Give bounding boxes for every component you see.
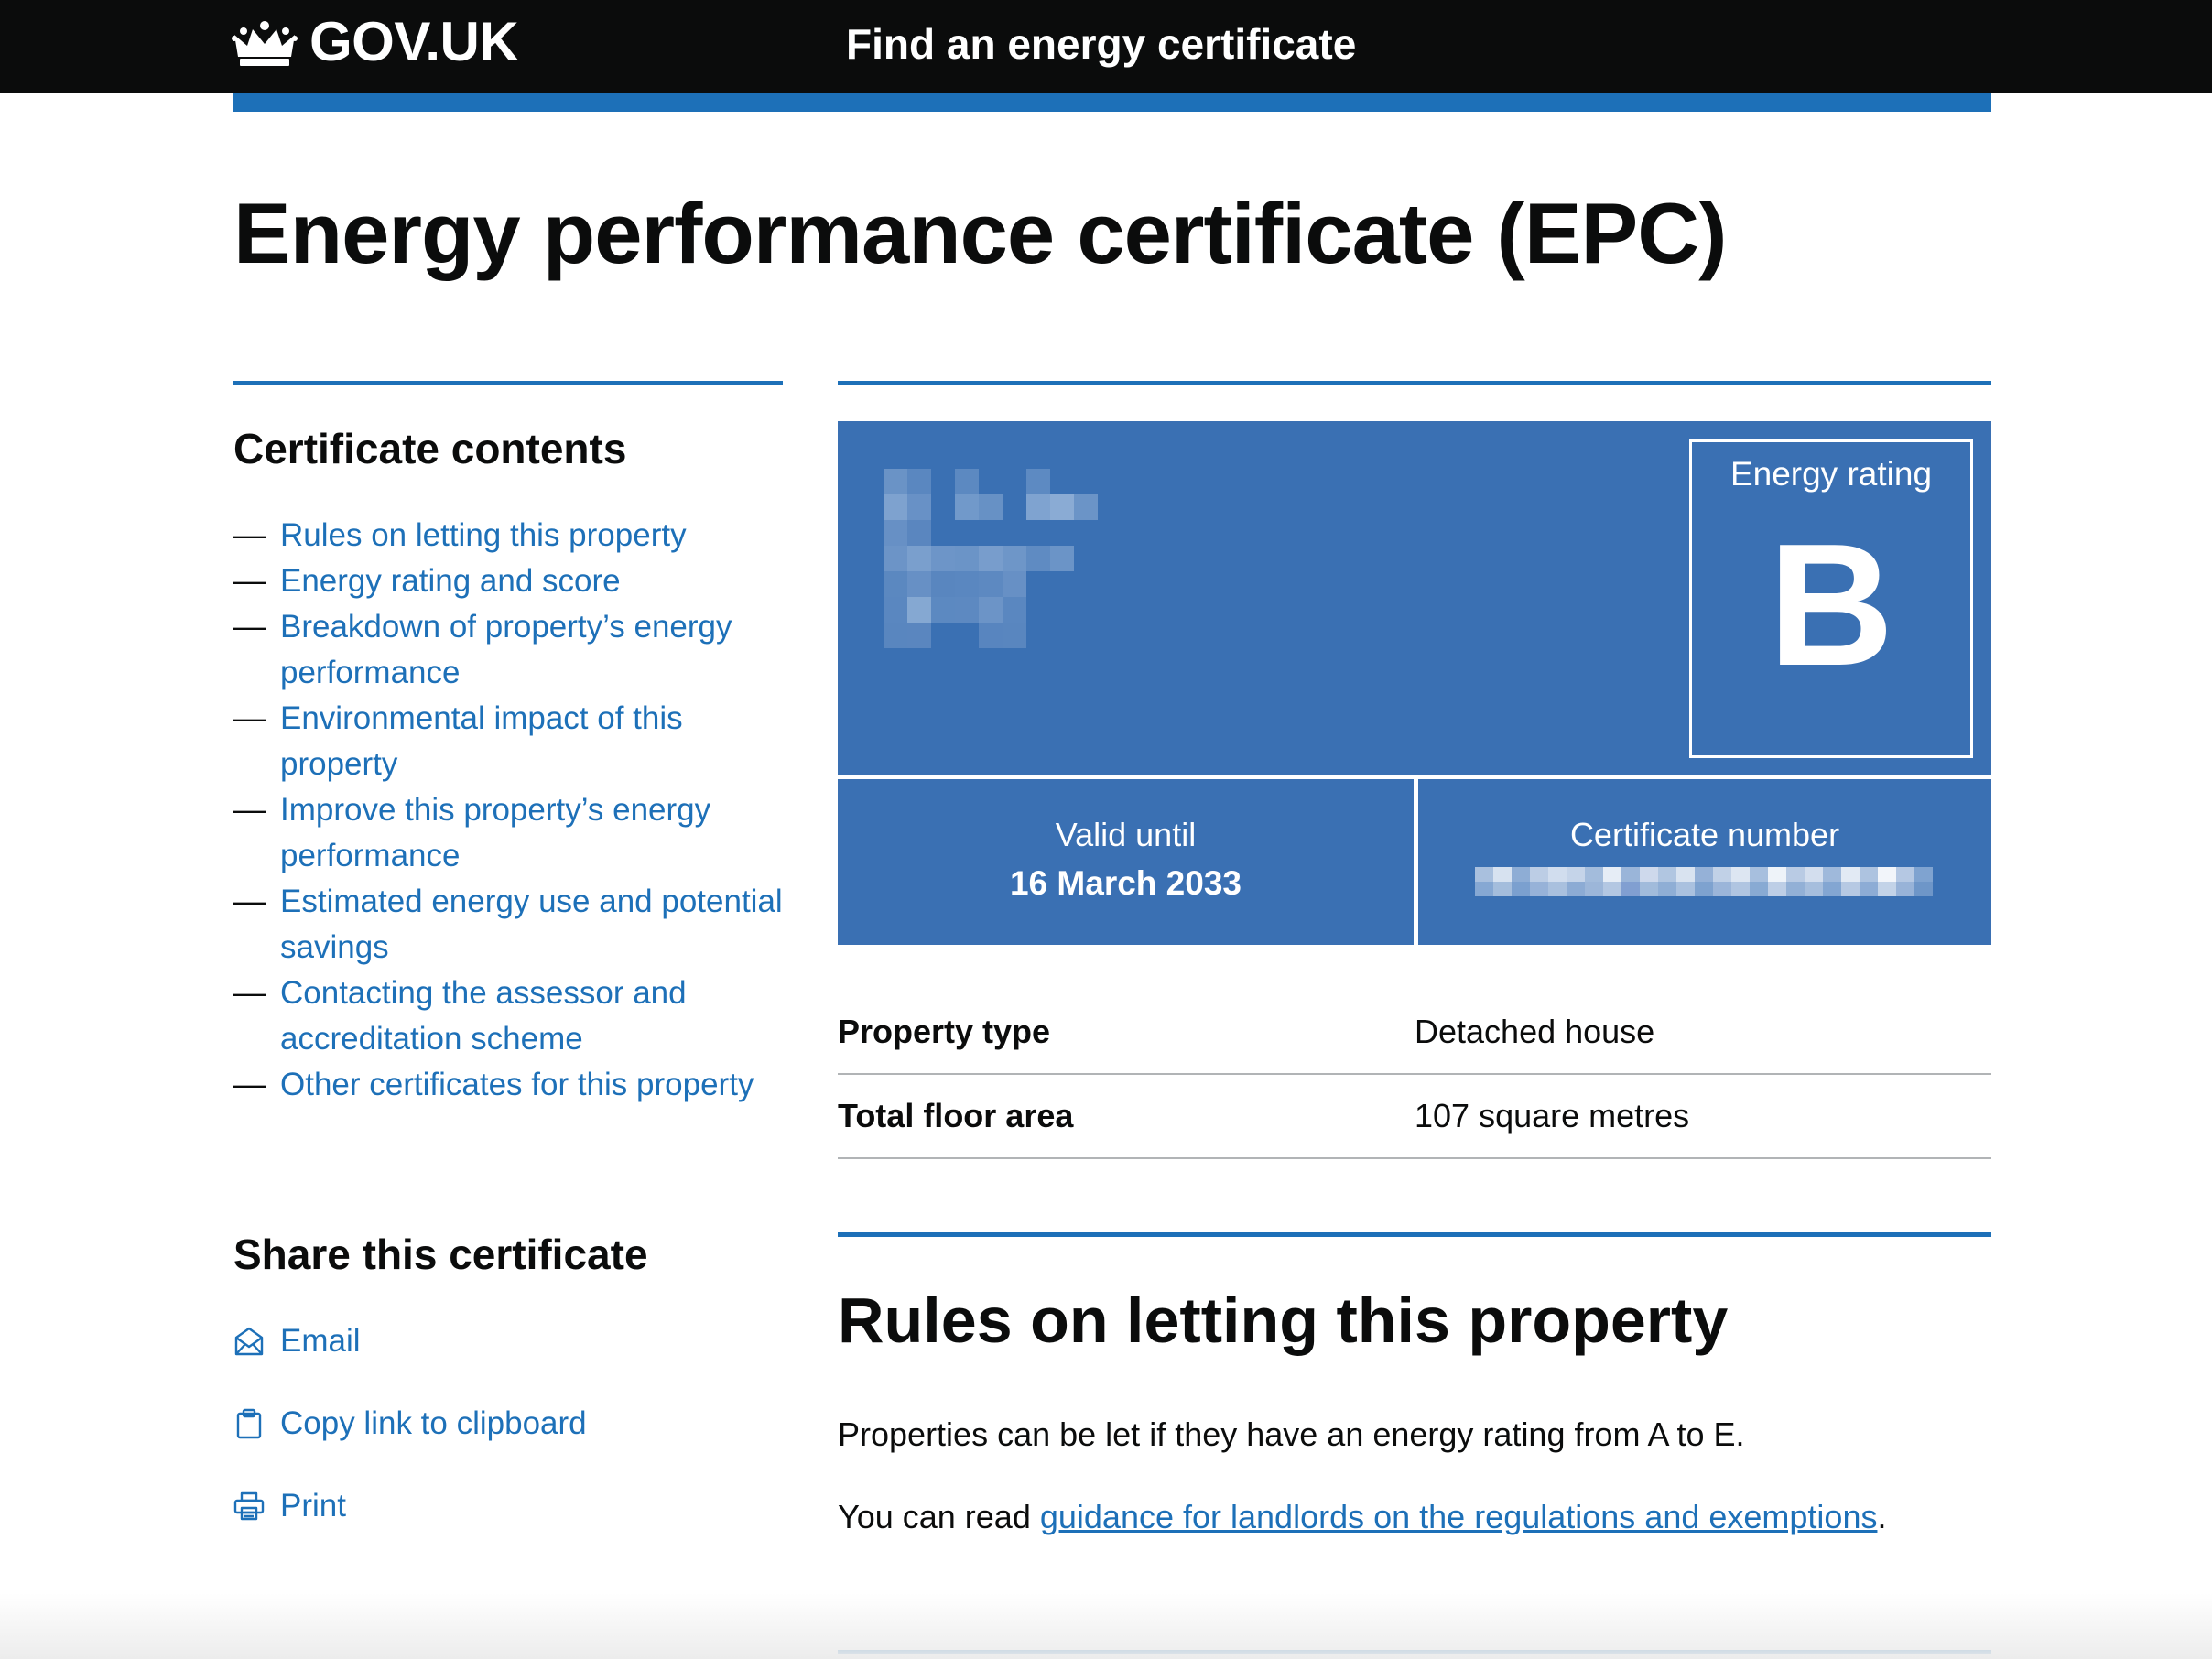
share-certificate-heading: Share this certificate [233,1231,648,1278]
dash: — [233,700,266,736]
list-item: — Rules on letting this property [233,513,783,558]
email-icon [234,1327,264,1356]
header-blue-bar [233,93,1991,112]
toc-link-breakdown[interactable]: Breakdown of property’s energy performan… [280,609,732,690]
summary-value: 107 square metres [1415,1097,1690,1134]
summary-row-property-type: Property type Detached house [838,991,1991,1075]
toc-link-environmental-impact[interactable]: Environmental impact of this property [280,700,683,782]
certificate-contents-list: — Rules on letting this property — Energy … [233,513,783,1108]
energy-rating-box: Energy rating B [1689,439,1973,758]
valid-until-label: Valid until [1055,816,1197,853]
toc-link-improve[interactable]: Improve this property’s energy performan… [280,792,710,873]
print-label: Print [280,1488,346,1523]
toc-link-energy-rating[interactable]: Energy rating and score [280,563,621,599]
share-email-label: Email [280,1323,361,1359]
rules-on-letting-heading: Rules on letting this property [838,1285,1729,1356]
main-divider [838,381,1991,385]
dash: — [233,975,266,1011]
dash: — [233,609,266,645]
scroll-fade [0,1593,2212,1659]
list-item: — Other certificates for this property [233,1062,783,1108]
summary-key: Total floor area [838,1097,1074,1134]
list-item: — Improve this property’s energy performa… [233,787,783,879]
list-item: — Breakdown of property’s energy performa… [233,604,783,696]
energy-rating-value: B [1768,508,1894,702]
dash: — [233,1067,266,1102]
section-divider [838,1232,1991,1237]
guidance-prefix: You can read [838,1498,1040,1535]
toc-link-contacting-assessor[interactable]: Contacting the assessor and accreditatio… [280,975,687,1057]
redacted-certificate-number [1475,867,1933,896]
dash: — [233,517,266,553]
copy-link-button[interactable]: Copy link to clipboard [233,1401,587,1447]
epc-summary-panel: Energy rating B [838,421,1991,775]
clipboard-icon [236,1408,262,1439]
site-header: GOV.UK Find an energy certificate [0,0,2212,93]
toc-link-other-certificates[interactable]: Other certificates for this property [280,1067,754,1102]
summary-value: Detached house [1415,1013,1655,1050]
toc-link-estimated-energy-use[interactable]: Estimated energy use and potential savin… [280,884,783,965]
landlord-guidance-link[interactable]: guidance for landlords on the regulation… [1040,1498,1878,1535]
energy-rating-label: Energy rating [1729,455,1933,493]
print-button[interactable]: Print [233,1483,346,1529]
sidebar-divider [233,381,783,385]
summary-key: Property type [838,1013,1051,1050]
toc-link-rules-on-letting[interactable]: Rules on letting this property [280,517,687,553]
dash: — [233,563,266,599]
crown-icon[interactable] [231,18,298,70]
list-item: — Energy rating and score [233,558,783,604]
page-title: Energy performance certificate (EPC) [233,185,1727,281]
letting-paragraph: Properties can be let if they have an en… [838,1415,1745,1453]
list-item: — Environmental impact of this property [233,696,783,787]
redacted-address [884,469,1098,648]
certificate-number-cell: Certificate number [1418,779,1991,945]
printer-icon [233,1491,265,1521]
valid-until-cell: Valid until 16 March 2033 [838,779,1414,945]
dash: — [233,792,266,828]
guidance-paragraph: You can read guidance for landlords on t… [838,1492,1886,1542]
list-item: — Contacting the assessor and accreditati… [233,970,783,1062]
certificate-number-label: Certificate number [1569,816,1840,853]
service-name-link[interactable]: Find an energy certificate [846,15,1356,73]
copy-link-label: Copy link to clipboard [280,1405,587,1441]
govuk-logo-link[interactable]: GOV.UK [309,9,519,75]
certificate-contents-heading: Certificate contents [233,425,627,472]
share-email-link[interactable]: Email [233,1318,361,1364]
valid-until-value: 16 March 2033 [1009,864,1242,902]
summary-row-floor-area: Total floor area 107 square metres [838,1075,1991,1159]
list-item: — Estimated energy use and potential savi… [233,879,783,970]
guidance-suffix: . [1877,1498,1887,1535]
dash: — [233,884,266,919]
